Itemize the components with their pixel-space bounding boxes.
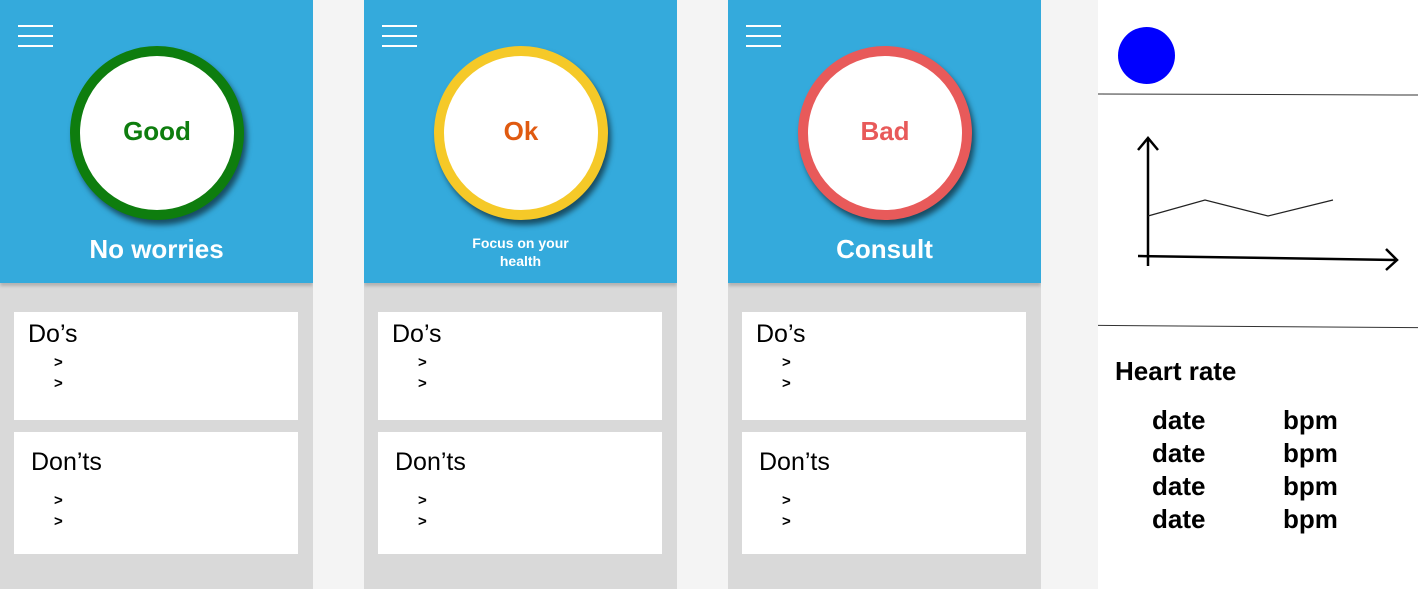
status-header: Ok Focus on your health xyxy=(364,0,677,283)
donts-bullet: > xyxy=(782,492,791,509)
donts-title: Don’ts xyxy=(759,448,830,476)
x-axis xyxy=(1137,254,1397,262)
screen-ok: Ok Focus on your health Do’s > > Don’ts … xyxy=(364,0,677,589)
heart-rate-row[interactable]: date bpm xyxy=(1098,405,1418,438)
menu-icon[interactable] xyxy=(382,25,417,47)
row-bpm: bpm xyxy=(1283,438,1338,468)
status-circle[interactable]: Bad xyxy=(798,46,972,220)
dos-bullet: > xyxy=(54,354,63,371)
dos-bullet: > xyxy=(782,354,791,371)
dos-title: Do’s xyxy=(756,320,806,348)
avatar[interactable] xyxy=(1118,27,1175,84)
heart-rate-detail-panel: Heart rate date bpm date bpm date bpm da… xyxy=(1097,0,1418,589)
menu-icon[interactable] xyxy=(18,25,53,47)
status-label: Ok xyxy=(503,115,539,146)
donts-card[interactable]: Don’ts > > xyxy=(742,432,1026,554)
donts-title: Don’ts xyxy=(31,448,102,476)
status-header: Bad Consult xyxy=(728,0,1041,283)
dos-card[interactable]: Do’s > > xyxy=(742,312,1026,420)
divider xyxy=(1098,324,1418,329)
heart-rate-row[interactable]: date bpm xyxy=(1098,438,1418,471)
dos-card[interactable]: Do’s > > xyxy=(378,312,662,420)
heart-rate-row[interactable]: date bpm xyxy=(1098,504,1418,537)
status-subtitle: No worries xyxy=(89,234,224,264)
status-header: Good No worries xyxy=(0,0,313,283)
status-label: Good xyxy=(123,115,191,146)
row-bpm: bpm xyxy=(1283,504,1338,534)
row-date: date xyxy=(1152,471,1206,501)
dos-bullet: > xyxy=(782,375,791,392)
donts-bullet: > xyxy=(54,513,63,530)
heart-rate-chart xyxy=(1137,136,1399,271)
row-date: date xyxy=(1152,504,1206,534)
heart-rate-title: Heart rate xyxy=(1115,356,1237,386)
status-circle[interactable]: Good xyxy=(70,46,244,220)
donts-bullet: > xyxy=(418,492,427,509)
screen-bad: Bad Consult Do’s > > Don’ts > > xyxy=(728,0,1041,589)
dos-card[interactable]: Do’s > > xyxy=(14,312,298,420)
dos-title: Do’s xyxy=(28,320,78,348)
screen-good: Good No worries Do’s > > Don’ts > > xyxy=(0,0,313,589)
status-subtitle: Focus on your health xyxy=(472,235,569,269)
dos-bullet: > xyxy=(54,375,63,392)
row-bpm: bpm xyxy=(1283,405,1338,435)
menu-icon[interactable] xyxy=(746,25,781,47)
dos-title: Do’s xyxy=(392,320,442,348)
dos-bullet: > xyxy=(418,354,427,371)
donts-card[interactable]: Don’ts > > xyxy=(14,432,298,554)
donts-bullet: > xyxy=(54,492,63,509)
row-bpm: bpm xyxy=(1283,471,1338,501)
status-subtitle: Consult xyxy=(836,234,933,264)
dos-bullet: > xyxy=(418,375,427,392)
row-date: date xyxy=(1152,438,1206,468)
status-circle[interactable]: Ok xyxy=(434,46,608,220)
donts-bullet: > xyxy=(782,513,791,530)
donts-title: Don’ts xyxy=(395,448,466,476)
row-date: date xyxy=(1152,405,1206,435)
heart-rate-row[interactable]: date bpm xyxy=(1098,471,1418,504)
status-label: Bad xyxy=(860,115,910,146)
donts-card[interactable]: Don’ts > > xyxy=(378,432,662,554)
heart-rate-line xyxy=(1147,199,1334,217)
donts-bullet: > xyxy=(418,513,427,530)
